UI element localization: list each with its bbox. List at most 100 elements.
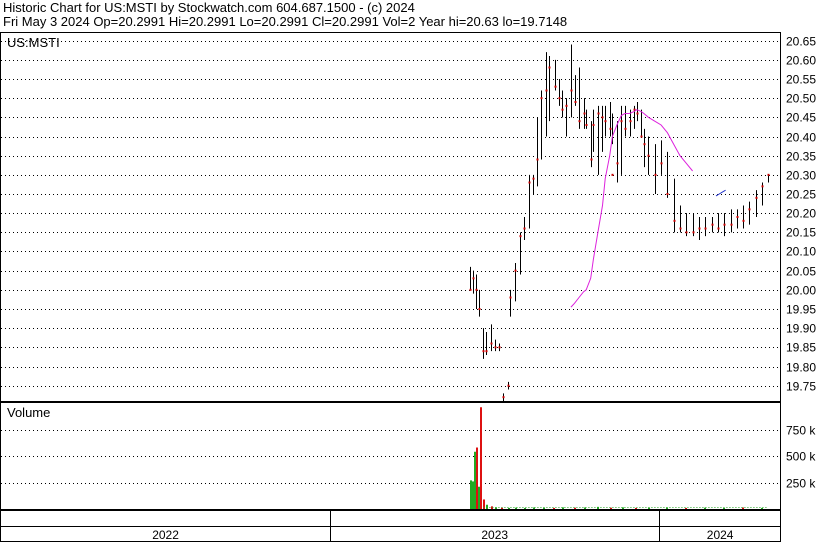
close-marker [629, 120, 632, 123]
price-tick-label: 20.20 [786, 207, 816, 221]
close-marker [561, 108, 564, 111]
close-marker [640, 135, 643, 138]
close-marker [679, 227, 682, 230]
close-marker [485, 350, 488, 353]
close-marker [673, 219, 676, 222]
price-tick-label: 20.15 [786, 226, 816, 240]
close-marker [565, 104, 568, 107]
volume-tick-label: 500 k [786, 450, 816, 464]
close-marker [523, 227, 526, 230]
close-marker [574, 101, 577, 103]
price-tick-label: 19.95 [786, 303, 816, 317]
price-tick-label: 19.80 [786, 361, 816, 375]
close-marker [601, 116, 604, 119]
close-marker [736, 216, 739, 218]
price-tick-label: 20.25 [786, 188, 816, 202]
close-marker [730, 223, 733, 226]
close-marker [475, 288, 478, 291]
close-marker [636, 112, 639, 115]
close-marker [482, 350, 485, 353]
close-marker [624, 127, 627, 130]
close-marker [545, 89, 548, 92]
volume-y-axis: 750 k 500 k 250 k [786, 424, 816, 491]
price-tick-label: 20.60 [786, 54, 816, 68]
close-marker [478, 308, 481, 310]
price-tick-label: 20.50 [786, 92, 816, 106]
volume-bar [476, 447, 478, 509]
price-panel-label: US:MSTI [7, 35, 60, 50]
close-marker [509, 296, 512, 299]
close-marker [742, 219, 745, 222]
price-panel-frame [0, 32, 781, 402]
close-marker [590, 158, 593, 161]
close-marker [536, 158, 539, 161]
close-marker [604, 120, 607, 123]
close-marker [592, 124, 595, 126]
volume-bar [508, 507, 510, 509]
stock-chart: US:MSTI 20.6520.6020.5520.5020.4520.4020… [0, 32, 816, 542]
close-marker [755, 196, 758, 199]
close-marker [647, 154, 650, 157]
volume-bar [761, 507, 763, 509]
price-tick-label: 20.35 [786, 150, 816, 164]
close-marker [558, 97, 561, 100]
close-marker [711, 223, 714, 226]
close-marker [616, 162, 619, 165]
close-marker [532, 177, 535, 180]
year-label: 2022 [152, 528, 179, 542]
volume-bar [472, 481, 474, 509]
close-marker [540, 97, 543, 100]
close-marker [507, 384, 510, 387]
volume-bar [685, 507, 687, 509]
close-marker [723, 223, 726, 226]
close-marker [528, 181, 531, 184]
close-marker [654, 173, 657, 176]
volume-bar [480, 407, 482, 509]
close-marker [498, 346, 501, 349]
close-marker [692, 231, 695, 234]
volume-bar [486, 504, 488, 509]
price-y-axis: 20.65 20.60 20.55 20.50 20.45 20.40 20.35 20.30… [786, 35, 816, 394]
close-marker [611, 173, 614, 176]
price-tick-label: 20.40 [786, 131, 816, 145]
close-marker [519, 235, 522, 238]
volume-tick-label: 250 k [786, 477, 816, 491]
close-marker [469, 288, 472, 291]
close-marker [583, 112, 586, 115]
volume-bar [524, 507, 526, 509]
close-marker [570, 89, 573, 92]
close-marker [643, 143, 646, 146]
price-tick-label: 20.05 [786, 265, 816, 279]
close-marker [660, 162, 663, 165]
volume-tick-label: 750 k [786, 424, 816, 438]
close-marker [597, 112, 600, 115]
volume-bar [478, 486, 480, 509]
close-marker [548, 66, 551, 69]
close-marker [494, 346, 497, 349]
volume-bar [635, 507, 637, 509]
close-marker [472, 277, 475, 280]
price-tick-label: 20.00 [786, 284, 816, 298]
price-tick-label: 19.85 [786, 341, 816, 355]
price-tick-label: 20.55 [786, 73, 816, 87]
volume-bar [553, 507, 555, 509]
close-marker [554, 85, 557, 88]
close-marker [761, 185, 764, 188]
close-marker [609, 127, 612, 130]
close-marker [578, 120, 581, 123]
price-tick-label: 19.75 [786, 380, 816, 394]
volume-bar [470, 480, 472, 509]
close-marker [767, 173, 770, 176]
price-tick-label: 19.90 [786, 322, 816, 336]
price-tick-label: 20.30 [786, 169, 816, 183]
volume-panel-label: Volume [7, 405, 50, 420]
close-marker [514, 269, 517, 272]
close-marker [666, 193, 669, 195]
close-marker [698, 227, 701, 230]
volume-bar [723, 507, 725, 509]
volume-bar [474, 451, 476, 509]
price-tick-label: 20.10 [786, 245, 816, 259]
close-marker [717, 227, 720, 230]
close-marker [490, 342, 493, 345]
close-marker [502, 396, 505, 399]
